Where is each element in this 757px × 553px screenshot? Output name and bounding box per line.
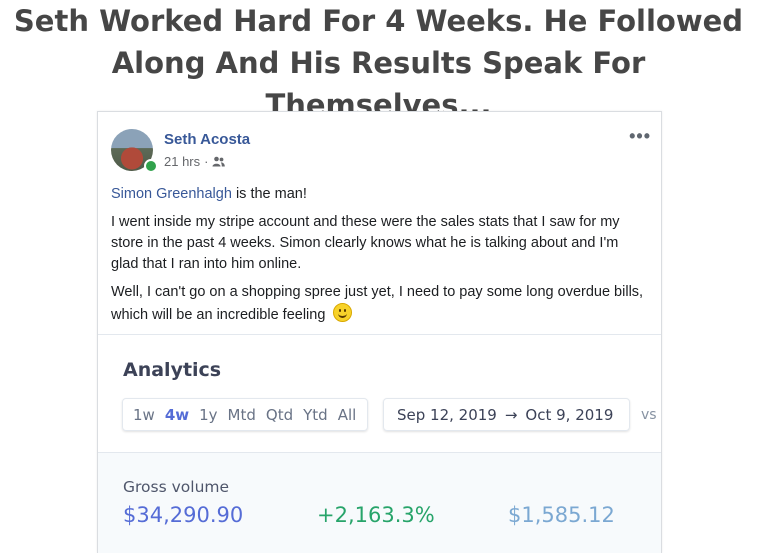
friends-icon[interactable] (212, 156, 226, 167)
post-author-name[interactable]: Seth Acosta (164, 131, 250, 148)
post-timestamp[interactable]: 21 hrs (164, 154, 200, 169)
range-qtd[interactable]: Qtd (266, 406, 293, 424)
range-4w[interactable]: 4w (165, 406, 189, 424)
post-paragraph-3: Well, I can't go on a shopping spree jus… (111, 282, 649, 326)
post-line-rest: is the man! (231, 186, 307, 202)
post-body: Simon Greenhalgh is the man! I went insi… (111, 184, 649, 333)
gross-volume-label: Gross volume (123, 478, 230, 496)
analytics-title: Analytics (123, 359, 222, 381)
post-paragraph-3-text: Well, I can't go on a shopping spree jus… (111, 284, 644, 323)
post-meta: 21 hrs · (164, 154, 226, 169)
compare-label[interactable]: vs (641, 407, 657, 423)
post-paragraph-2: I went inside my stripe account and thes… (111, 214, 620, 272)
headline-line-1: Seth Worked Hard For 4 Weeks. He Followe… (13, 4, 744, 38)
range-1y[interactable]: 1y (199, 406, 217, 424)
date-start: Sep 12, 2019 (397, 405, 497, 424)
post-paragraph-1: Simon Greenhalgh is the man! (111, 184, 649, 205)
range-mtd[interactable]: Mtd (228, 406, 256, 424)
headline: Seth Worked Hard For 4 Weeks. He Followe… (0, 0, 757, 126)
range-selector: 1w 4w 1y Mtd Qtd Ytd All (122, 398, 368, 431)
arrow-right-icon: → (504, 405, 518, 424)
more-options-icon[interactable]: ••• (629, 126, 651, 147)
gross-volume-change: +2,163.3% (317, 503, 435, 527)
range-all[interactable]: All (338, 406, 357, 424)
mention-link[interactable]: Simon Greenhalgh (111, 186, 232, 202)
date-range-picker[interactable]: Sep 12, 2019 → Oct 9, 2019 (383, 398, 630, 431)
online-status-dot (144, 159, 158, 173)
gross-volume-value: $34,290.90 (123, 503, 244, 527)
smiley-face-icon (333, 303, 353, 322)
range-1w[interactable]: 1w (133, 406, 155, 424)
analytics-screenshot: Analytics 1w 4w 1y Mtd Qtd Ytd All Sep 1… (98, 334, 661, 553)
gross-volume-previous: $1,585.12 (508, 503, 615, 527)
facebook-post-card: Seth Acosta 21 hrs · ••• Simon Greenhalg… (97, 111, 662, 553)
meta-separator: · (204, 154, 209, 169)
range-ytd[interactable]: Ytd (303, 406, 328, 424)
gross-volume-panel: Gross volume $34,290.90 +2,163.3% $1,585… (98, 452, 661, 553)
date-end: Oct 9, 2019 (525, 405, 614, 424)
